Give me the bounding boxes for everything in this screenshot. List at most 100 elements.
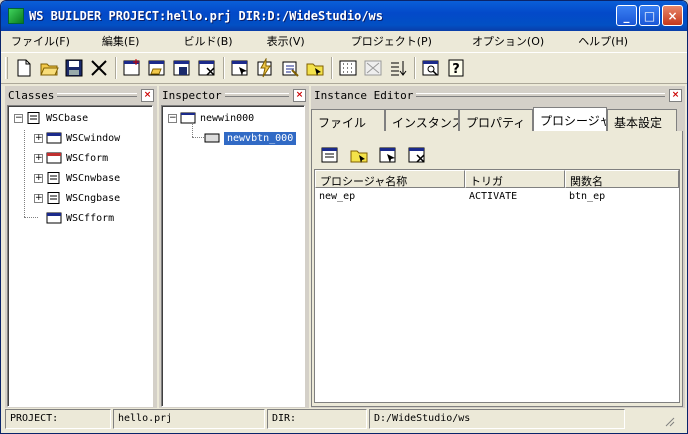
- tree-item-label: WSCform: [66, 152, 109, 164]
- tab-instance[interactable]: インスタンス: [385, 109, 459, 131]
- save-window-icon[interactable]: [170, 56, 194, 80]
- new-window-icon[interactable]: [120, 56, 144, 80]
- app-window: WS BUILDER PROJECT:hello.prj DIR:D:/Wide…: [0, 0, 688, 434]
- tree-item-wscngbase[interactable]: + WSCngbase: [34, 190, 120, 206]
- menu-build[interactable]: ビルド(B): [179, 33, 236, 49]
- tab-basic-settings[interactable]: 基本設定: [607, 109, 677, 131]
- tree-line: [24, 217, 38, 218]
- instance-editor-tabs: ファイル インスタンス プロパティ プロシージャ 基本設定: [311, 107, 677, 131]
- menu-bar: ファイル(F) 編集(E) ビルド(B) 表示(V) プロジェクト(P) オプシ…: [1, 31, 687, 51]
- cell-function-name: btn_ep: [569, 191, 606, 202]
- instance-editor-close-button[interactable]: ×: [669, 88, 682, 102]
- tree-item-wscfform[interactable]: WSCfform: [46, 210, 114, 226]
- new-file-icon[interactable]: [12, 56, 36, 80]
- tree-item-wscform[interactable]: + WSCform: [34, 150, 108, 166]
- status-dir-label: DIR:: [267, 409, 367, 429]
- open-window-icon[interactable]: [145, 56, 169, 80]
- classes-panel-close-button[interactable]: ×: [141, 88, 154, 102]
- tree-item-wscwindow[interactable]: + WSCwindow: [34, 130, 120, 146]
- edit-procedure-icon[interactable]: [376, 143, 400, 167]
- window-class-icon: [46, 212, 62, 224]
- inspector-panel-close-button[interactable]: ×: [293, 88, 306, 102]
- tree-item-label: WSCngbase: [66, 192, 121, 204]
- class-icon: [27, 112, 40, 124]
- grid-icon[interactable]: [336, 56, 360, 80]
- table-row[interactable]: new_ep ACTIVATE btn_ep: [315, 188, 679, 206]
- toolbar-separator: [115, 57, 117, 79]
- resize-grip[interactable]: [627, 409, 677, 429]
- app-icon[interactable]: [8, 8, 24, 24]
- menu-edit[interactable]: 編集(E): [98, 33, 144, 49]
- classes-panel-header: Classes ×: [5, 86, 157, 104]
- align-icon[interactable]: [361, 56, 385, 80]
- expand-toggle[interactable]: +: [34, 153, 43, 163]
- menu-help[interactable]: ヘルプ(H): [574, 33, 632, 49]
- toolbar-separator: [414, 57, 416, 79]
- compile-icon[interactable]: [278, 56, 302, 80]
- column-header-trigger[interactable]: トリガ: [465, 170, 565, 188]
- maximize-button[interactable]: □: [639, 5, 660, 26]
- form-class-icon: [46, 152, 62, 164]
- new-procedure-icon[interactable]: [318, 143, 342, 167]
- tree-item-newwin000[interactable]: − newwin000: [168, 110, 254, 126]
- toolbar-separator: [331, 57, 333, 79]
- expand-toggle[interactable]: +: [34, 133, 43, 143]
- delete-window-icon[interactable]: [195, 56, 219, 80]
- menu-project[interactable]: プロジェクト(P): [347, 33, 436, 49]
- window-instance-icon: [180, 112, 196, 124]
- inspector-panel: Inspector × − newwin000 newvbtn_000: [159, 86, 309, 408]
- menu-file[interactable]: ファイル(F): [7, 33, 74, 49]
- close-button[interactable]: ×: [662, 5, 683, 26]
- expand-toggle[interactable]: +: [34, 173, 43, 183]
- cell-procedure-name: new_ep: [319, 191, 356, 202]
- open-procedure-icon[interactable]: [347, 143, 371, 167]
- select-window-icon[interactable]: [228, 56, 252, 80]
- collapse-toggle[interactable]: −: [14, 113, 23, 123]
- tab-file[interactable]: ファイル: [311, 109, 385, 131]
- menu-view[interactable]: 表示(V): [263, 33, 309, 49]
- save-icon[interactable]: [62, 56, 86, 80]
- title-bar[interactable]: WS BUILDER PROJECT:hello.prj DIR:D:/Wide…: [1, 1, 687, 31]
- tab-property[interactable]: プロパティ: [459, 109, 533, 131]
- build-icon[interactable]: [253, 56, 277, 80]
- procedure-table: プロシージャ名称 トリガ 関数名 new_ep ACTIVATE btn_ep: [314, 169, 680, 403]
- sort-icon[interactable]: [386, 56, 410, 80]
- tree-item-wscbase[interactable]: − WSCbase: [14, 110, 88, 126]
- header-divider: [57, 93, 137, 97]
- cut-icon[interactable]: [87, 56, 111, 80]
- preview-icon[interactable]: [419, 56, 443, 80]
- tree-item-label: WSCwindow: [66, 132, 121, 144]
- toolbar-grip[interactable]: [5, 57, 8, 79]
- class-icon: [47, 172, 60, 184]
- window-title: WS BUILDER PROJECT:hello.prj DIR:D:/Wide…: [29, 9, 384, 23]
- svg-text:?: ?: [452, 62, 460, 77]
- open-folder-icon[interactable]: [37, 56, 61, 80]
- menu-options[interactable]: オプション(O): [468, 33, 548, 49]
- classes-panel: Classes × − WSCbase + WSCwindow + WSCfor…: [5, 86, 157, 408]
- inspector-tree[interactable]: − newwin000 newvbtn_000: [161, 105, 305, 407]
- status-bar: PROJECT: hello.prj DIR: D:/WideStudio/ws: [5, 409, 685, 429]
- tree-item-newvbtn000[interactable]: newvbtn_000: [204, 130, 297, 146]
- help-icon[interactable]: ?: [444, 56, 468, 80]
- folder-icon[interactable]: [303, 56, 327, 80]
- tree-item-label: newwin000: [200, 112, 255, 124]
- procedure-toolbar: [318, 143, 430, 167]
- tree-item-wscnwbase[interactable]: + WSCnwbase: [34, 170, 120, 186]
- minimize-button[interactable]: _: [616, 5, 637, 26]
- procedure-table-header: プロシージャ名称 トリガ 関数名: [315, 170, 679, 188]
- column-header-function-name[interactable]: 関数名: [565, 170, 679, 188]
- cell-trigger: ACTIVATE: [469, 191, 518, 202]
- status-project-label: PROJECT:: [5, 409, 111, 429]
- toolbar-separator: [223, 57, 225, 79]
- collapse-toggle[interactable]: −: [168, 113, 177, 123]
- inspector-panel-header: Inspector ×: [159, 86, 309, 104]
- tree-item-label: WSCbase: [46, 112, 89, 124]
- instance-editor-title: Instance Editor: [314, 88, 414, 102]
- tree-item-label: newvbtn_000: [224, 131, 297, 145]
- column-header-procedure-name[interactable]: プロシージャ名称: [315, 170, 465, 188]
- delete-procedure-icon[interactable]: [405, 143, 429, 167]
- inspector-panel-title: Inspector: [162, 88, 222, 102]
- expand-toggle[interactable]: +: [34, 193, 43, 203]
- classes-tree[interactable]: − WSCbase + WSCwindow + WSCform + WSCnwb…: [7, 105, 153, 407]
- tab-procedure[interactable]: プロシージャ: [533, 107, 607, 131]
